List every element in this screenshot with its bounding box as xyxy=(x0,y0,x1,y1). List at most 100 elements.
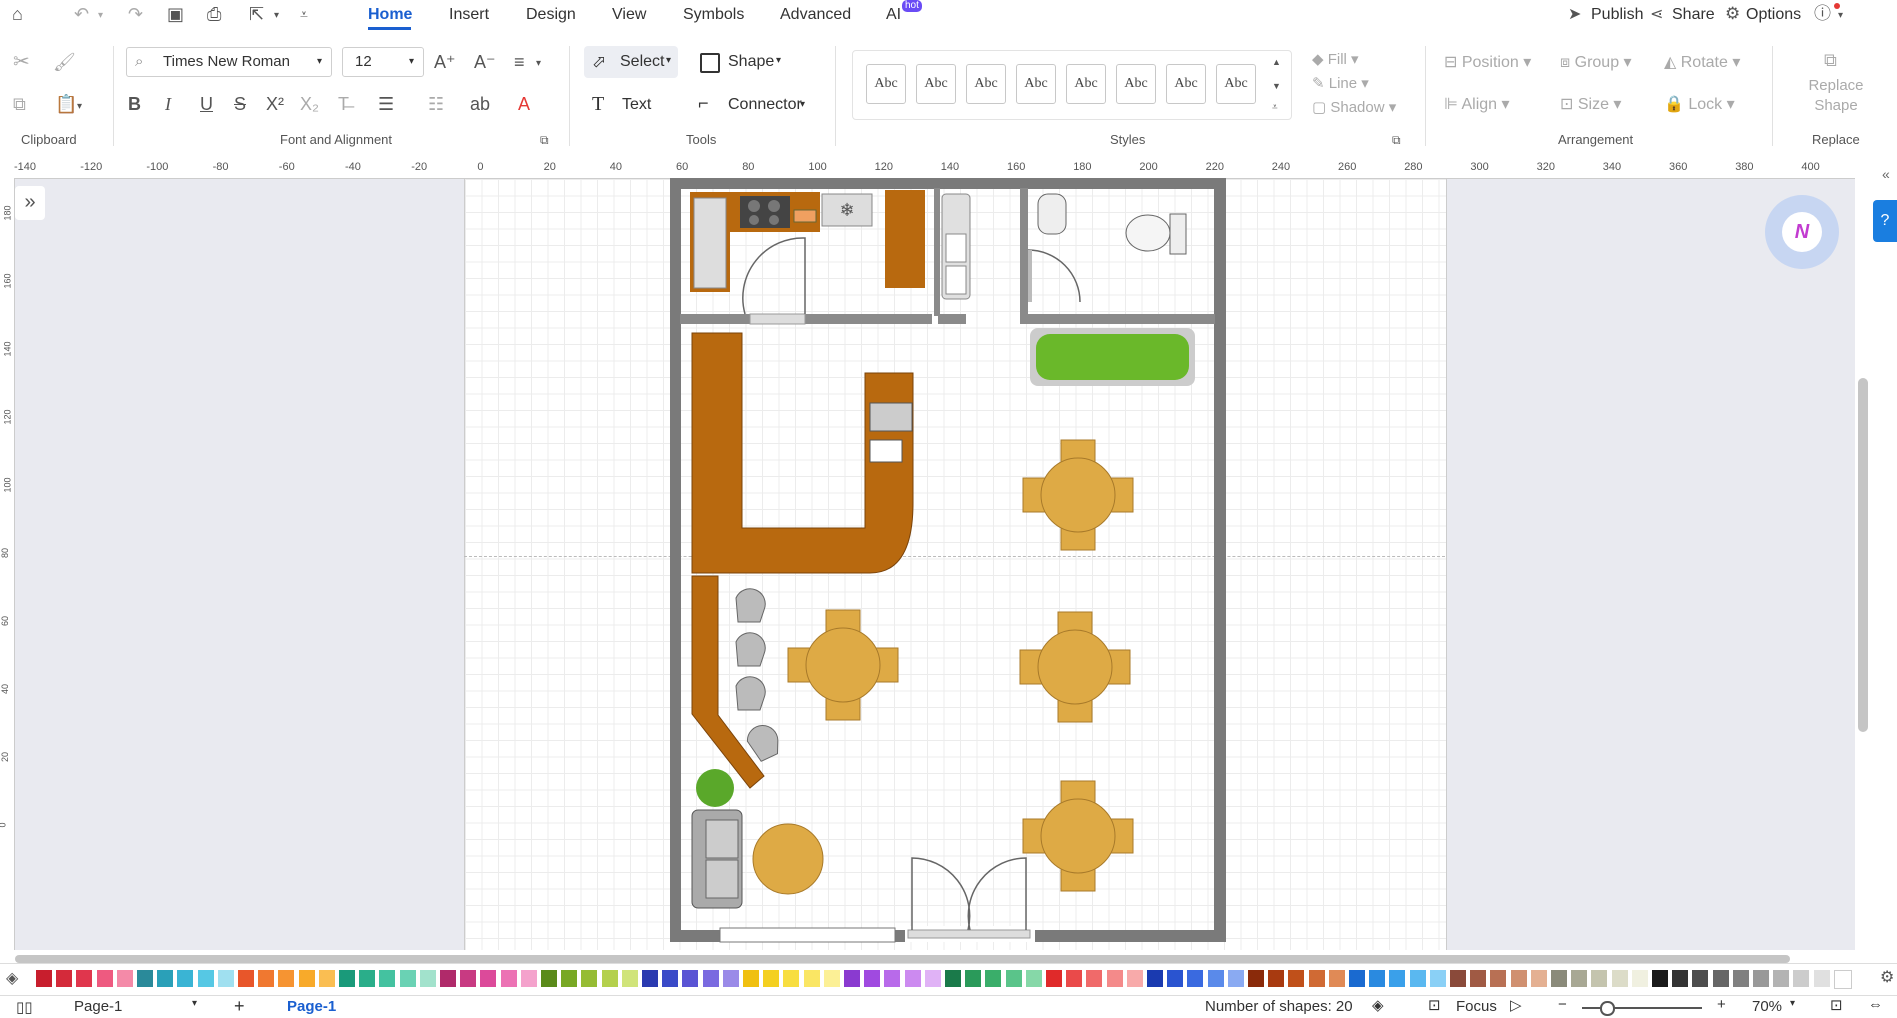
color-swatch[interactable] xyxy=(1732,970,1749,987)
style-preset-8[interactable]: Abc xyxy=(1216,64,1256,104)
color-swatch[interactable] xyxy=(702,970,719,987)
color-swatch[interactable] xyxy=(1066,970,1083,987)
color-swatch[interactable] xyxy=(743,970,759,987)
color-swatch[interactable] xyxy=(1268,970,1285,987)
color-swatch[interactable] xyxy=(1349,970,1365,987)
page-selector[interactable]: Page-1 xyxy=(74,998,122,1015)
color-swatch[interactable] xyxy=(460,970,477,987)
color-swatch[interactable] xyxy=(137,970,153,987)
bold-icon[interactable]: B xyxy=(128,94,141,114)
zoom-in-icon[interactable]: + xyxy=(1717,996,1726,1013)
floor-plan[interactable]: ❄ xyxy=(670,178,1240,948)
fit-page-icon[interactable]: ⊡ xyxy=(1830,996,1843,1014)
collapse-right-panel-icon[interactable]: « xyxy=(1882,166,1890,182)
color-swatch[interactable] xyxy=(177,970,194,987)
color-swatch[interactable] xyxy=(440,970,456,987)
color-swatch[interactable] xyxy=(581,970,598,987)
color-swatch[interactable] xyxy=(1288,970,1305,987)
color-swatch[interactable] xyxy=(864,970,881,987)
color-swatch[interactable] xyxy=(561,970,578,987)
kitchen-door[interactable] xyxy=(742,237,806,315)
redo-icon[interactable]: ↷ xyxy=(128,4,143,24)
kitchen-side-wall[interactable] xyxy=(934,188,940,316)
color-swatch[interactable] xyxy=(844,970,860,987)
color-swatch[interactable] xyxy=(945,970,961,987)
color-swatch[interactable] xyxy=(682,970,699,987)
color-swatch[interactable] xyxy=(379,970,396,987)
text-case-icon[interactable]: ab xyxy=(470,94,490,114)
stove[interactable] xyxy=(740,196,790,228)
strikethrough-icon[interactable]: S xyxy=(234,94,246,114)
dining-table-4[interactable] xyxy=(1022,780,1134,892)
add-page-icon[interactable]: + xyxy=(234,996,245,1017)
color-swatch[interactable] xyxy=(803,970,820,987)
cutting-board[interactable] xyxy=(793,209,817,223)
fullscreen-icon[interactable]: ⇔ xyxy=(1868,996,1883,1013)
export-icon[interactable]: ⇱ xyxy=(249,4,264,24)
color-swatch[interactable] xyxy=(1591,970,1608,987)
color-swatch[interactable] xyxy=(985,970,1002,987)
color-swatch[interactable] xyxy=(722,970,739,987)
color-swatch[interactable] xyxy=(480,970,497,987)
page-tab-active[interactable]: Page-1 xyxy=(287,998,336,1015)
color-swatch[interactable] xyxy=(116,970,133,987)
dining-table-1[interactable] xyxy=(1022,439,1134,551)
superscript-icon[interactable]: X² xyxy=(266,94,284,114)
select-tool-button[interactable]: ⬀ Select ▾ xyxy=(584,46,678,78)
italic-icon[interactable]: I xyxy=(165,94,171,114)
dining-table-2[interactable] xyxy=(787,609,899,721)
color-swatch[interactable] xyxy=(157,970,174,987)
style-preset-7[interactable]: Abc xyxy=(1166,64,1206,104)
color-swatch[interactable] xyxy=(1530,970,1547,987)
color-swatch[interactable] xyxy=(1611,970,1628,987)
undo-icon[interactable]: ↶ xyxy=(74,4,89,24)
color-swatch[interactable] xyxy=(1692,970,1709,987)
color-swatch[interactable] xyxy=(1753,970,1769,987)
fill-button[interactable]: ◆ Fill ▾ xyxy=(1312,50,1359,68)
print-icon[interactable]: ⎙ xyxy=(207,4,221,24)
share-button[interactable]: Share xyxy=(1672,6,1715,24)
tab-ai[interactable]: AI xyxy=(886,6,901,24)
color-swatch[interactable] xyxy=(1450,970,1466,987)
color-swatch[interactable] xyxy=(1672,970,1689,987)
color-swatch[interactable] xyxy=(76,970,93,987)
color-swatch[interactable] xyxy=(56,970,73,987)
replace-shape-button[interactable]: Replace Shape xyxy=(1806,76,1866,116)
color-swatch[interactable] xyxy=(339,970,355,987)
color-swatch[interactable] xyxy=(763,970,780,987)
tab-symbols[interactable]: Symbols xyxy=(683,6,744,24)
format-painter-icon[interactable]: 🖌 xyxy=(53,52,76,72)
line-button[interactable]: ✎ Line ▾ xyxy=(1312,74,1369,92)
font-family-select[interactable]: ⌕ Times New Roman ▾ xyxy=(126,47,332,77)
expand-panel-icon[interactable]: » xyxy=(15,186,45,220)
line-spacing-icon[interactable]: ☰ xyxy=(378,94,394,114)
tab-home[interactable]: Home xyxy=(368,6,412,24)
color-swatch[interactable] xyxy=(217,970,234,987)
color-swatch[interactable] xyxy=(1106,970,1123,987)
color-swatch[interactable] xyxy=(642,970,658,987)
color-swatch[interactable] xyxy=(1207,970,1224,987)
color-swatch[interactable] xyxy=(359,970,376,987)
gallery-more-icon[interactable]: ⩡ xyxy=(1272,98,1278,118)
restroom-bottom-wall[interactable] xyxy=(1020,314,1215,324)
color-swatch[interactable] xyxy=(1712,970,1729,987)
style-preset-3[interactable]: Abc xyxy=(966,64,1006,104)
horizontal-scrollbar[interactable] xyxy=(15,955,1790,963)
color-swatch[interactable] xyxy=(1429,970,1446,987)
style-preset-1[interactable]: Abc xyxy=(866,64,906,104)
color-swatch[interactable] xyxy=(278,970,295,987)
lounge-table[interactable] xyxy=(752,823,824,895)
vertical-scrollbar[interactable] xyxy=(1858,378,1868,732)
color-swatch[interactable] xyxy=(1631,970,1648,987)
color-swatch[interactable] xyxy=(621,970,638,987)
pages-panel-icon[interactable]: ▯▯ xyxy=(16,998,33,1016)
shadow-button[interactable]: ▢ Shadow ▾ xyxy=(1312,98,1396,116)
color-swatch[interactable] xyxy=(1046,970,1062,987)
color-swatch[interactable] xyxy=(238,970,254,987)
gallery-down-icon[interactable]: ▼ xyxy=(1272,76,1281,96)
help-side-icon[interactable]: ? xyxy=(1873,200,1897,242)
connector-tool-button[interactable]: ⌐ Connector ▾ xyxy=(694,90,814,120)
color-swatch[interactable] xyxy=(1147,970,1163,987)
style-preset-4[interactable]: Abc xyxy=(1016,64,1056,104)
play-icon[interactable]: ▷ xyxy=(1510,996,1522,1014)
